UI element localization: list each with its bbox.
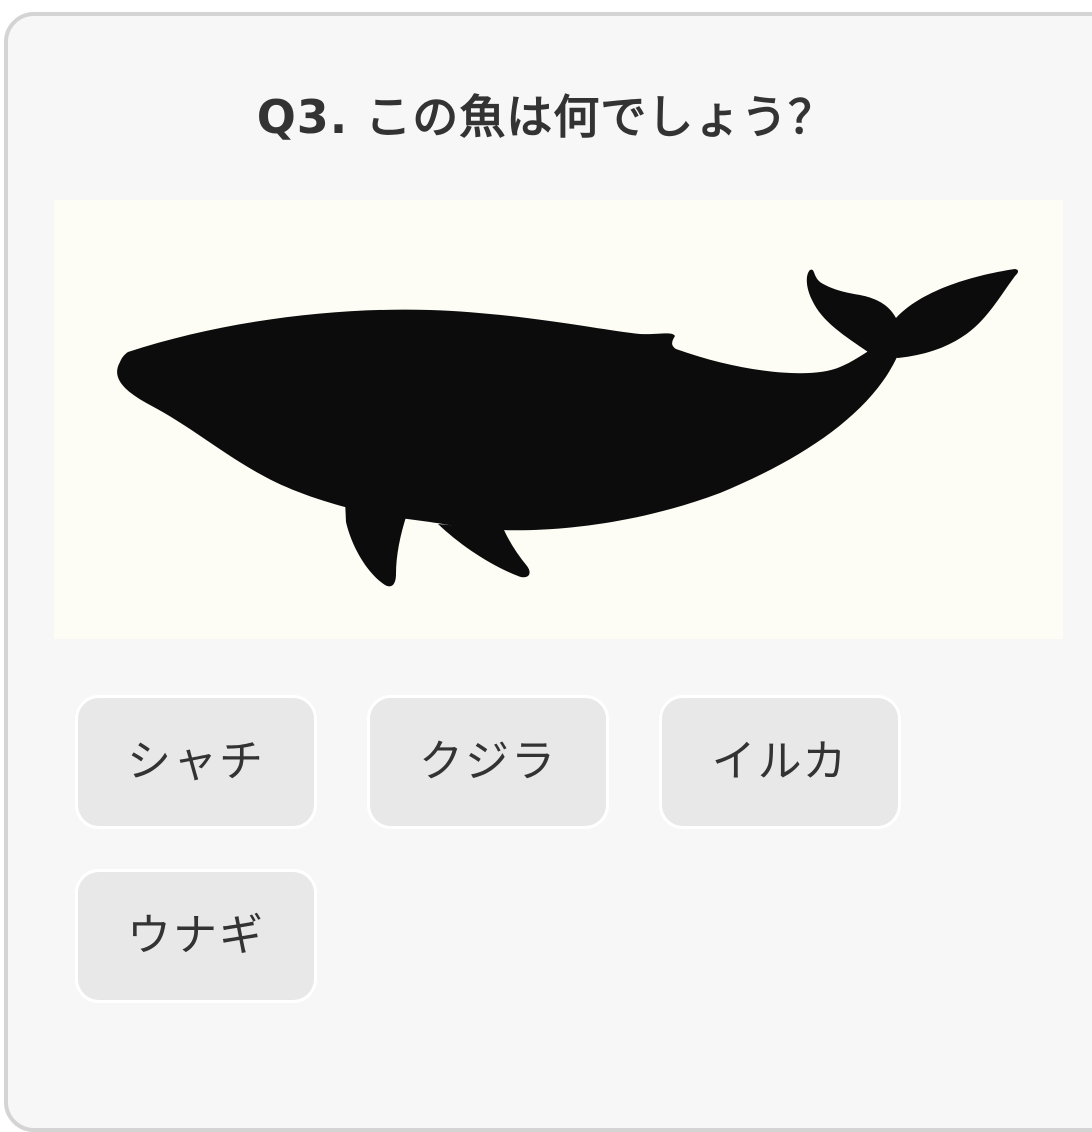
answer-button-dolphin[interactable]: イルカ <box>659 695 901 829</box>
whale-tail <box>806 269 1019 358</box>
whale-belly-fin <box>438 524 530 578</box>
question-title: Q3. この魚は何でしょう？ <box>256 90 836 144</box>
whale-silhouette-icon <box>117 269 1019 587</box>
answer-button-eel[interactable]: ウナギ <box>75 869 317 1003</box>
question-image <box>54 200 1063 639</box>
answer-button-orca[interactable]: シャチ <box>75 695 317 829</box>
answer-button-whale[interactable]: クジラ <box>367 695 609 829</box>
whale-body <box>117 309 898 531</box>
whale-pectoral-fin <box>345 500 407 587</box>
